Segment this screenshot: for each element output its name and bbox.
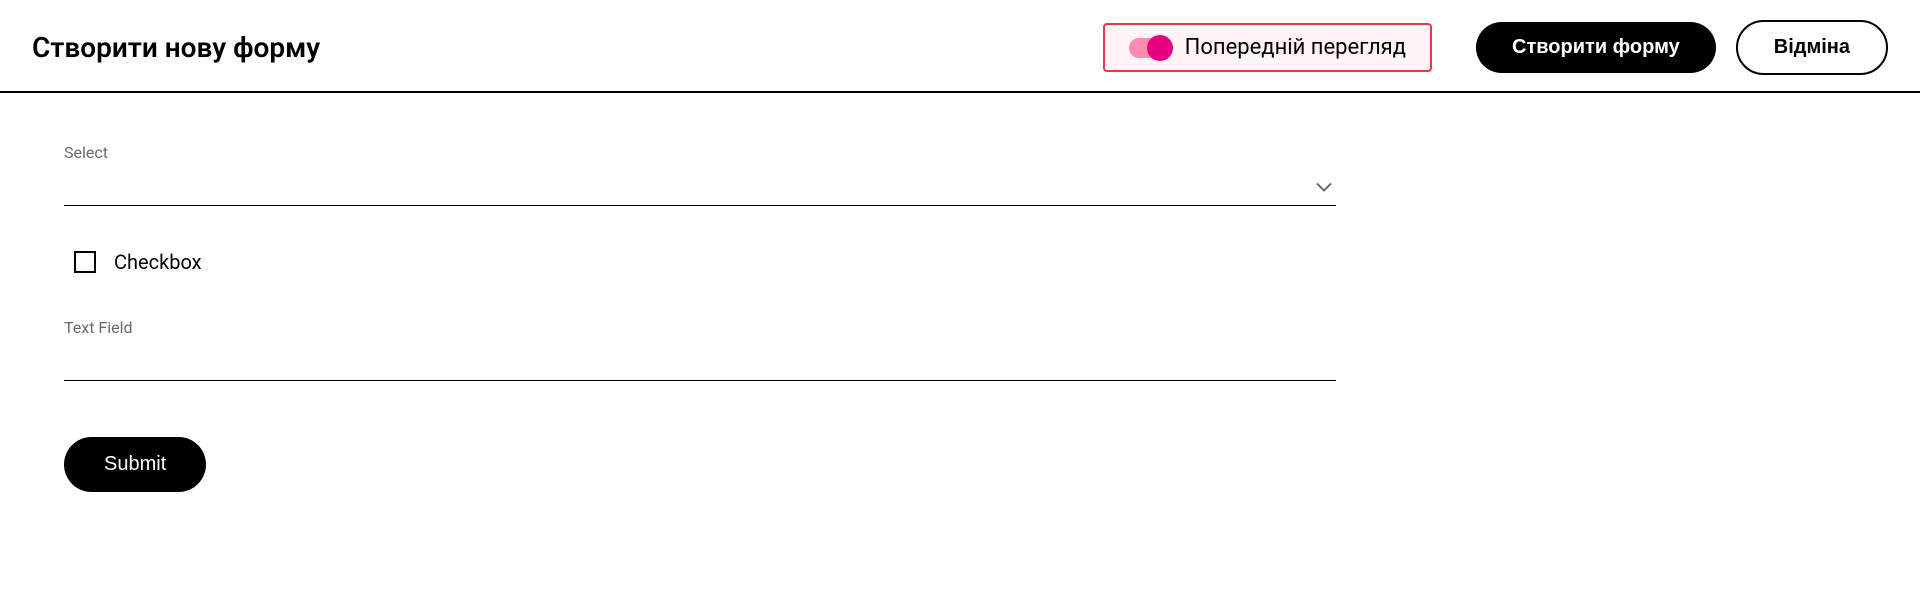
checkbox-label: Checkbox	[114, 250, 202, 274]
submit-button[interactable]: Submit	[64, 437, 206, 492]
form-preview-area: Select Checkbox Text Field Submit	[0, 93, 1400, 542]
textfield-label: Text Field	[64, 318, 1336, 337]
chevron-down-icon	[1316, 177, 1332, 196]
checkbox-field: Checkbox	[64, 242, 1336, 282]
cancel-button[interactable]: Відміна	[1736, 20, 1888, 75]
checkbox-row: Checkbox	[64, 242, 1336, 282]
create-form-button[interactable]: Створити форму	[1476, 22, 1716, 73]
textfield-field: Text Field	[64, 318, 1336, 381]
toggle-knob	[1147, 35, 1173, 61]
select-label: Select	[64, 143, 1336, 162]
preview-label: Попередній перегляд	[1185, 35, 1406, 60]
textfield-input[interactable]	[64, 343, 1336, 381]
preview-toggle-box: Попередній перегляд	[1103, 23, 1432, 72]
header-bar: Створити нову форму Попередній перегляд …	[0, 0, 1920, 93]
select-input[interactable]	[64, 168, 1336, 206]
page-title: Створити нову форму	[32, 31, 1103, 64]
preview-toggle[interactable]	[1129, 38, 1169, 58]
checkbox-input[interactable]	[74, 251, 96, 273]
select-field: Select	[64, 143, 1336, 206]
